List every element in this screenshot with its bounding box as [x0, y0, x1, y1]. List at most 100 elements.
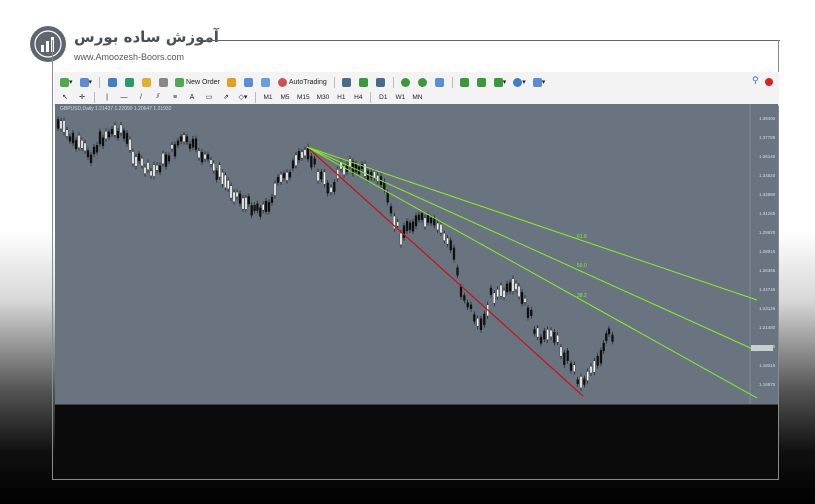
candle-body	[244, 197, 248, 210]
price-tick-label: 1.39405	[759, 116, 776, 121]
candle-body	[602, 342, 605, 352]
shapes-icon[interactable]: ◇▾	[236, 91, 250, 103]
text-tool-button[interactable]: A	[185, 91, 199, 103]
price-tick-label: 1.34520	[759, 173, 776, 178]
candle-body	[399, 232, 403, 245]
zoom-out-icon[interactable]	[416, 76, 430, 88]
price-chart[interactable]: 1.39405 1.37785 1.36140 1.34520 1.32880 1.312…	[55, 104, 778, 404]
market-icon[interactable]	[259, 76, 273, 88]
timeframe-m5[interactable]: M5	[278, 91, 292, 103]
candle-body	[185, 136, 189, 143]
candle-body	[119, 124, 123, 134]
candle-body	[483, 313, 486, 325]
bar-chart-icon[interactable]	[340, 76, 354, 88]
timeframe-mn[interactable]: MN	[410, 91, 424, 103]
chart-background	[55, 104, 778, 404]
price-tick-label: 1.31265	[759, 211, 776, 216]
auto-trading-label: AutoTrading	[288, 78, 327, 86]
candle-body	[596, 356, 599, 366]
candle-body	[533, 329, 536, 334]
candle-chart-icon[interactable]	[357, 76, 371, 88]
timeframe-m1[interactable]: M1	[261, 91, 275, 103]
signals-icon[interactable]	[242, 76, 256, 88]
candle-body	[549, 329, 553, 338]
candle-body	[429, 217, 433, 224]
candle-body	[146, 162, 150, 170]
new-chart-icon[interactable]: ▾	[58, 76, 75, 88]
periods-icon[interactable]: ▾	[511, 76, 528, 88]
candle-body	[300, 151, 304, 159]
candle-body	[405, 221, 409, 232]
data-window-icon[interactable]	[122, 76, 136, 88]
candle-body	[569, 363, 573, 371]
candle-body	[517, 285, 521, 297]
templates-icon[interactable]: ▾	[531, 76, 548, 88]
timeframe-d1[interactable]: D1	[376, 91, 390, 103]
candle-body	[176, 140, 180, 146]
fan-level-label: 38.2	[577, 293, 587, 299]
candle-body	[226, 180, 230, 189]
new-order-button[interactable]: New Order	[173, 76, 222, 88]
chart-canvas[interactable]: 1.39405 1.37785 1.36140 1.34520 1.32880 1.312…	[55, 104, 778, 404]
trendline-icon[interactable]: /	[134, 91, 148, 103]
candle-body	[476, 318, 479, 327]
candle-body	[459, 286, 463, 298]
main-toolbar: ▾ ▾ New Order AutoTrading ▾ ▾ ▾	[58, 74, 547, 90]
timeframe-w1[interactable]: W1	[393, 91, 407, 103]
tile-windows-icon[interactable]	[433, 76, 447, 88]
new-order-label: New Order	[186, 78, 220, 86]
timeframe-h4[interactable]: H4	[351, 91, 365, 103]
terminal-panel	[55, 405, 778, 479]
candle-body	[505, 283, 509, 293]
metaeditor-icon[interactable]	[225, 76, 239, 88]
indicators-icon[interactable]: ▾	[492, 76, 509, 88]
price-tick-label: 1.23125	[759, 306, 776, 311]
candle-body	[583, 378, 586, 385]
current-price-marker	[751, 345, 773, 351]
label-tool-icon[interactable]: ▭	[202, 91, 216, 103]
fibonacci-icon[interactable]: ≡	[168, 91, 182, 103]
drawing-toolbar: ↖ ✛ | — / ⫽ ≡ A ▭ ⇗ ◇▾ M1 M5 M15 M30 H1 …	[58, 89, 424, 105]
candle-body	[173, 144, 177, 157]
timeframe-m15[interactable]: M15	[295, 91, 312, 103]
timeframe-m30[interactable]: M30	[315, 91, 332, 103]
candle-body	[194, 138, 198, 150]
candle-body	[291, 160, 295, 169]
cursor-icon[interactable]: ↖	[58, 91, 72, 103]
candle-body	[273, 183, 277, 196]
timeframe-h1[interactable]: H1	[334, 91, 348, 103]
price-tick-label: 1.21480	[759, 325, 776, 330]
notifications-icon[interactable]	[764, 78, 773, 86]
horizontal-line-icon[interactable]: —	[117, 91, 131, 103]
candle-body	[282, 173, 286, 178]
candle-body	[68, 136, 72, 142]
search-icon[interactable]: ⚲	[752, 76, 759, 86]
candle-body	[65, 129, 69, 137]
candle-body	[235, 191, 239, 197]
candle-body	[140, 158, 144, 167]
profiles-icon[interactable]: ▾	[78, 76, 95, 88]
candle-body	[313, 158, 316, 165]
line-chart-icon[interactable]	[374, 76, 388, 88]
candle-body	[502, 290, 506, 298]
candle-body	[74, 140, 78, 149]
terminal-icon[interactable]	[156, 76, 170, 88]
candle-body	[250, 205, 253, 216]
zoom-in-icon[interactable]	[399, 76, 413, 88]
channel-icon[interactable]: ⫽	[151, 91, 165, 103]
auto-scroll-icon[interactable]	[475, 76, 489, 88]
market-watch-icon[interactable]	[105, 76, 119, 88]
crosshair-icon[interactable]: ✛	[75, 91, 89, 103]
candle-body	[261, 204, 265, 211]
candle-body	[526, 307, 530, 318]
chart-shift-icon[interactable]	[458, 76, 472, 88]
candle-body	[149, 170, 153, 176]
candle-body	[553, 332, 556, 343]
vertical-line-icon[interactable]: |	[100, 91, 114, 103]
arrows-icon[interactable]: ⇗	[219, 91, 233, 103]
candle-body	[417, 214, 421, 221]
auto-trading-button[interactable]: AutoTrading	[276, 76, 329, 88]
candle-body	[256, 203, 259, 211]
candle-body	[89, 154, 93, 164]
navigator-icon[interactable]	[139, 76, 153, 88]
